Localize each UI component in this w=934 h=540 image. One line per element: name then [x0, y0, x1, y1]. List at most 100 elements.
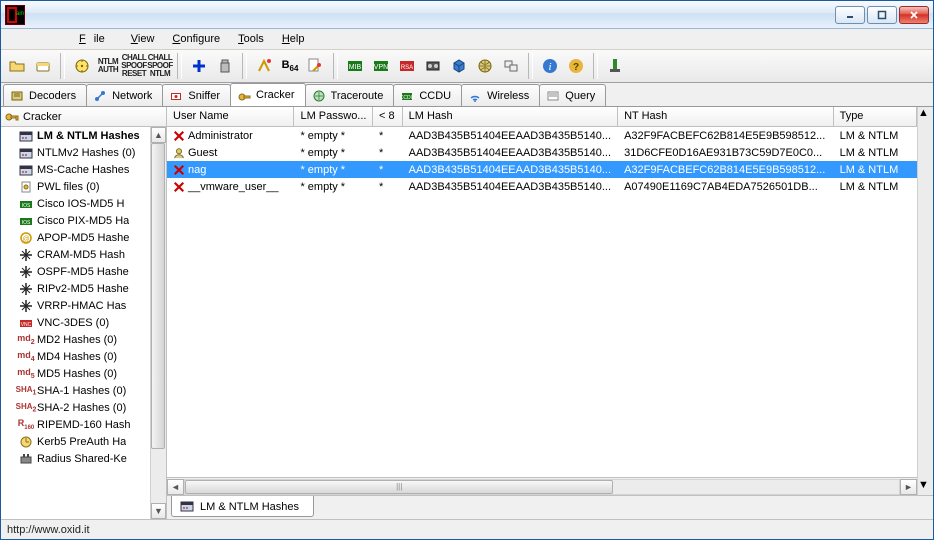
maximize-button[interactable] — [867, 6, 897, 24]
tab-traceroute[interactable]: Traceroute — [305, 84, 395, 106]
tab-network[interactable]: Network — [86, 84, 163, 106]
b64-icon[interactable]: B64 — [278, 54, 302, 78]
sidebar-item[interactable]: IOSCisco IOS-MD5 H — [1, 195, 150, 212]
column-header-user[interactable]: User Name — [167, 107, 294, 126]
sidebar-item[interactable]: SHA1SHA-1 Hashes (0) — [1, 382, 150, 399]
scroll-thumb[interactable] — [151, 143, 165, 449]
tab-query[interactable]: Query — [539, 84, 606, 106]
sidebar-item[interactable]: SHA2SHA-2 Hashes (0) — [1, 399, 150, 416]
sidebar-item[interactable]: LM & NTLM Hashes — [1, 127, 150, 144]
radio-icon[interactable] — [70, 54, 94, 78]
scroll-left-icon[interactable]: ◄ — [167, 479, 184, 495]
svg-text:VPN: VPN — [374, 64, 388, 71]
sidebar-item[interactable]: OSPF-MD5 Hashe — [1, 263, 150, 280]
cell-type: LM & NTLM — [834, 144, 917, 161]
help-icon[interactable]: ? — [564, 54, 588, 78]
ccdu-icon: CCDU — [400, 89, 414, 103]
svg-text:ain: ain — [16, 11, 24, 17]
column-header-type[interactable]: Type — [834, 107, 917, 126]
bottom-tab[interactable]: LM & NTLM Hashes — [171, 496, 314, 517]
scroll-up-icon[interactable]: ▲ — [151, 127, 166, 143]
cell-user: nag — [167, 161, 294, 178]
bottom-tab-area: LM & NTLM Hashes — [167, 495, 933, 519]
sidebar-item[interactable]: @APOP-MD5 Hashe — [1, 229, 150, 246]
remote-icon[interactable] — [499, 54, 523, 78]
cell-type: LM & NTLM — [834, 127, 917, 144]
chall-ntlm-icon[interactable]: CHALLSPOOFNTLM — [148, 54, 172, 78]
sidebar-item[interactable]: VRRP-HMAC Has — [1, 297, 150, 314]
svg-text:?: ? — [573, 62, 579, 73]
tab-sniffer[interactable]: Sniffer — [162, 84, 231, 106]
info-icon[interactable]: i — [538, 54, 562, 78]
menu-configure[interactable]: Configure — [164, 31, 228, 47]
vpn-icon[interactable]: VPN — [369, 54, 393, 78]
mib-icon[interactable]: MIB — [343, 54, 367, 78]
ntlm-icon[interactable]: NTLMAUTH — [96, 54, 120, 78]
globe-icon[interactable] — [473, 54, 497, 78]
sidebar-item[interactable]: md4MD4 Hashes (0) — [1, 348, 150, 365]
listview[interactable]: User NameLM Passwo...< 8LM HashNT HashTy… — [167, 107, 933, 495]
table-row[interactable]: Guest* empty **AAD3B435B51404EEAAD3B435B… — [167, 144, 917, 161]
tab-cracker[interactable]: Cracker — [230, 83, 306, 106]
launch-icon[interactable] — [252, 54, 276, 78]
table-row[interactable]: Administrator* empty **AAD3B435B51404EEA… — [167, 127, 917, 144]
sidebar-item[interactable]: MS-Cache Hashes — [1, 161, 150, 178]
sidebar-item[interactable]: PWL files (0) — [1, 178, 150, 195]
sidebar-item[interactable]: md5MD5 Hashes (0) — [1, 365, 150, 382]
table-row[interactable]: __vmware_user__* empty **AAD3B435B51404E… — [167, 178, 917, 195]
folder-icon[interactable] — [31, 54, 55, 78]
menu-help[interactable]: Help — [274, 31, 313, 47]
sidebar-item[interactable]: CRAM-MD5 Hash — [1, 246, 150, 263]
sidebar-scrollbar[interactable]: ▲ ▼ — [150, 127, 166, 519]
sidebar-item[interactable]: VNCVNC-3DES (0) — [1, 314, 150, 331]
sidebar-item[interactable]: md2MD2 Hashes (0) — [1, 331, 150, 348]
menu-view[interactable]: View — [123, 31, 163, 47]
scroll-down-icon[interactable]: ▼ — [151, 503, 166, 519]
column-header-lmpw[interactable]: LM Passwo... — [294, 107, 373, 126]
sidebar-list[interactable]: LM & NTLM HashesNTLMv2 Hashes (0)MS-Cach… — [1, 127, 150, 519]
x-icon — [173, 130, 185, 142]
cube-icon[interactable] — [447, 54, 471, 78]
titlebar: ain — [1, 1, 933, 29]
horizontal-scrollbar[interactable]: ◄ ||| ► — [167, 477, 917, 495]
find-icon[interactable] — [304, 54, 328, 78]
tab-ccdu[interactable]: CCDUCCDU — [393, 84, 462, 106]
sidebar-item[interactable]: Kerb5 PreAuth Ha — [1, 433, 150, 450]
column-header-lmhash[interactable]: LM Hash — [403, 107, 618, 126]
table-row[interactable]: nag* empty **AAD3B435B51404EEAAD3B435B51… — [167, 161, 917, 178]
cell-lmhash: AAD3B435B51404EEAAD3B435B5140... — [403, 144, 618, 161]
query-icon — [546, 89, 560, 103]
menu-file[interactable]: File — [71, 31, 121, 47]
wireless-icon — [468, 89, 482, 103]
close-button[interactable] — [899, 6, 929, 24]
exit-icon[interactable] — [603, 54, 627, 78]
plus-icon[interactable] — [187, 54, 211, 78]
scroll-right-icon[interactable]: ► — [900, 479, 917, 495]
sidebar-item[interactable]: Radius Shared-Ke — [1, 450, 150, 467]
tab-decoders[interactable]: Decoders — [3, 84, 87, 106]
list-vscroll[interactable]: ▲ ▼ — [917, 107, 933, 495]
scroll-up-icon[interactable]: ▲ — [918, 107, 933, 123]
sidebar-item[interactable]: NTLMv2 Hashes (0) — [1, 144, 150, 161]
scroll-down-icon[interactable]: ▼ — [918, 479, 933, 495]
sidebar-item[interactable]: RIPv2-MD5 Hashe — [1, 280, 150, 297]
minimize-button[interactable] — [835, 6, 865, 24]
bottom-tab-label: LM & NTLM Hashes — [200, 501, 299, 513]
hscroll-thumb[interactable]: ||| — [185, 480, 613, 494]
record-icon[interactable] — [421, 54, 445, 78]
cell-nthash: A32F9FACBEFC62B814E5E9B598512... — [618, 161, 833, 178]
cell-lmpw: * empty * — [294, 127, 373, 144]
sidebar-item[interactable]: IOSCisco PIX-MD5 Ha — [1, 212, 150, 229]
open-icon[interactable] — [5, 54, 29, 78]
column-headers[interactable]: User NameLM Passwo...< 8LM HashNT HashTy… — [167, 107, 917, 127]
column-header-nthash[interactable]: NT Hash — [618, 107, 833, 126]
delete-icon[interactable] — [213, 54, 237, 78]
sidebar-header: Cracker — [1, 107, 166, 127]
rsa-icon[interactable]: RSA — [395, 54, 419, 78]
tab-wireless[interactable]: Wireless — [461, 84, 540, 106]
chall-reset-icon[interactable]: CHALLSPOOFRESET — [122, 54, 146, 78]
sidebar-item[interactable]: R160RIPEMD-160 Hash — [1, 416, 150, 433]
column-header-lt8[interactable]: < 8 — [373, 107, 403, 126]
menu-tools[interactable]: Tools — [230, 31, 272, 47]
svg-text:@: @ — [22, 236, 29, 243]
